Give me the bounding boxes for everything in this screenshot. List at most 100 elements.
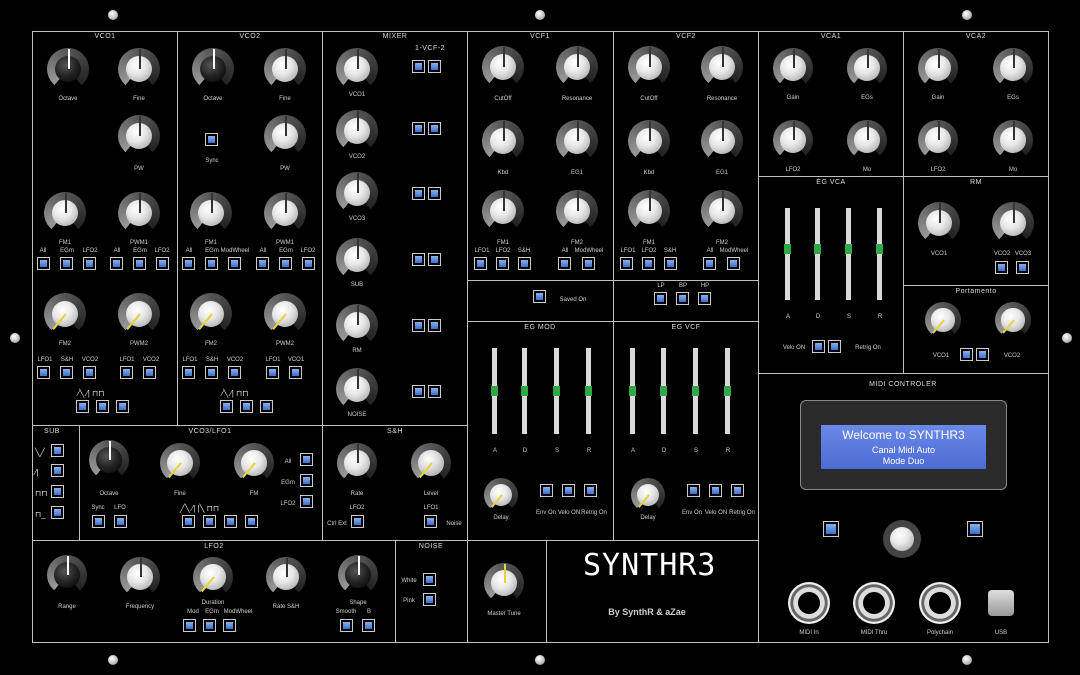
- vco1-pwm1-all-switch[interactable]: [110, 257, 123, 270]
- vcf2-fm1-lfo2-switch[interactable]: [642, 257, 655, 270]
- vco1-pwm1-knob[interactable]: [118, 192, 160, 234]
- vco1-fm1-knob[interactable]: [44, 192, 86, 234]
- mixer-noise-vcf2-switch[interactable]: [428, 385, 441, 398]
- eg-vcf-release-slider[interactable]: [724, 348, 731, 434]
- mixer-vco2-vcf2-switch[interactable]: [428, 122, 441, 135]
- vcf1-fm1-knob[interactable]: [482, 190, 524, 232]
- mixer-noise-knob[interactable]: [336, 368, 378, 410]
- eg-vcf-retrig-switch[interactable]: [731, 484, 744, 497]
- vcf2-cutoff-knob[interactable]: [628, 46, 670, 88]
- vco1-pw-knob[interactable]: [118, 115, 160, 157]
- portamento-vco2-switch[interactable]: [976, 348, 989, 361]
- midi-encoder-knob[interactable]: [883, 520, 921, 558]
- vcf2-bp-switch[interactable]: [676, 292, 689, 305]
- eg-vcf-sustain-slider[interactable]: [692, 348, 699, 434]
- vco2-pwm2-vco1-switch[interactable]: [289, 366, 302, 379]
- rm-vco2-switch[interactable]: [995, 261, 1008, 274]
- vco3-wave-4-switch[interactable]: [245, 515, 258, 528]
- lfo2-mod-switch[interactable]: [183, 619, 196, 632]
- eg-vca-retrig-switch[interactable]: [828, 340, 841, 353]
- mixer-vco3-knob[interactable]: [336, 172, 378, 214]
- midi-left-button[interactable]: [823, 521, 839, 537]
- vco2-pwm2-lfo1-switch[interactable]: [266, 366, 279, 379]
- noise-white-switch[interactable]: [423, 573, 436, 586]
- vcf2-fm2-knob[interactable]: [701, 190, 743, 232]
- vco3-wave-2-switch[interactable]: [203, 515, 216, 528]
- vco2-wave-ramp-switch[interactable]: [240, 400, 253, 413]
- sh-lfo2-switch[interactable]: [351, 515, 364, 528]
- eg-mod-delay-knob[interactable]: [484, 478, 518, 512]
- eg-vcf-decay-slider[interactable]: [660, 348, 667, 434]
- vca2-egs-knob[interactable]: [993, 48, 1033, 88]
- sub-wave-2-switch[interactable]: [51, 464, 64, 477]
- vco2-fm1-knob[interactable]: [190, 192, 232, 234]
- rm-vco2-knob[interactable]: [992, 202, 1034, 244]
- mixer-vco2-knob[interactable]: [336, 110, 378, 152]
- eg-vca-sustain-slider[interactable]: [845, 208, 852, 300]
- eg-vcf-velo-switch[interactable]: [709, 484, 722, 497]
- vco1-pwm1-lfo2-switch[interactable]: [156, 257, 169, 270]
- mixer-rm-vcf1-switch[interactable]: [412, 319, 425, 332]
- polychain-jack[interactable]: [919, 582, 961, 624]
- eg-mod-retrig-switch[interactable]: [584, 484, 597, 497]
- vco2-octave-knob[interactable]: [192, 48, 234, 90]
- vco1-fine-knob[interactable]: [118, 48, 160, 90]
- eg-vcf-env-switch[interactable]: [687, 484, 700, 497]
- vcf2-fm1-knob[interactable]: [628, 190, 670, 232]
- vcf2-kbd-knob[interactable]: [628, 120, 670, 162]
- vco1-pwm2-lfo1-switch[interactable]: [120, 366, 133, 379]
- vco1-octave-knob[interactable]: [47, 48, 89, 90]
- eg-vca-velo-switch[interactable]: [812, 340, 825, 353]
- portamento-vco1-switch[interactable]: [960, 348, 973, 361]
- lfo2-rate-sh-knob[interactable]: [266, 557, 306, 597]
- vco2-sync-switch[interactable]: [205, 133, 218, 146]
- usb-port[interactable]: [988, 590, 1014, 616]
- vca1-mo-knob[interactable]: [847, 120, 887, 160]
- vco1-wave-saw-switch[interactable]: [76, 400, 89, 413]
- vca2-gain-knob[interactable]: [918, 48, 958, 88]
- vca2-lfo2-knob[interactable]: [918, 120, 958, 160]
- lfo2-range-knob[interactable]: [47, 555, 87, 595]
- vco2-pwm1-knob[interactable]: [264, 192, 306, 234]
- eg-mod-decay-slider[interactable]: [521, 348, 528, 434]
- mixer-vco2-vcf1-switch[interactable]: [412, 122, 425, 135]
- vco2-fm2-vco2-switch[interactable]: [228, 366, 241, 379]
- lfo2-modwheel-switch[interactable]: [223, 619, 236, 632]
- midi-right-button[interactable]: [967, 521, 983, 537]
- vco2-fm1-modwheel-switch[interactable]: [228, 257, 241, 270]
- vco1-fm2-sh-switch[interactable]: [60, 366, 73, 379]
- vcf1-fm1-sh-switch[interactable]: [518, 257, 531, 270]
- vco2-wave-square-switch[interactable]: [260, 400, 273, 413]
- vco3-fm-all-switch[interactable]: [300, 453, 313, 466]
- eg-mod-env-switch[interactable]: [540, 484, 553, 497]
- vca1-egs-knob[interactable]: [847, 48, 887, 88]
- vcf2-fm1-lfo1-switch[interactable]: [620, 257, 633, 270]
- vco1-fm1-all-switch[interactable]: [37, 257, 50, 270]
- vcf2-eg1-knob[interactable]: [701, 120, 743, 162]
- mixer-vco3-vcf2-switch[interactable]: [428, 187, 441, 200]
- sh-level-knob[interactable]: [411, 443, 451, 483]
- lfo2-egm-switch[interactable]: [203, 619, 216, 632]
- sub-wave-3-switch[interactable]: [51, 485, 64, 498]
- master-tune-knob[interactable]: [484, 563, 524, 603]
- lfo2-b-switch[interactable]: [362, 619, 375, 632]
- vco2-pw-knob[interactable]: [264, 115, 306, 157]
- vco2-wave-saw-switch[interactable]: [220, 400, 233, 413]
- sub-wave-1-switch[interactable]: [51, 444, 64, 457]
- eg-vcf-attack-slider[interactable]: [629, 348, 636, 434]
- lfo2-frequency-knob[interactable]: [120, 557, 160, 597]
- vco1-fm2-knob[interactable]: [44, 293, 86, 335]
- mixer-vco1-vcf1-switch[interactable]: [412, 60, 425, 73]
- vcf1-cutoff-knob[interactable]: [482, 46, 524, 88]
- eg-mod-sustain-slider[interactable]: [553, 348, 560, 434]
- lfo2-duration-knob[interactable]: [193, 557, 233, 597]
- vco1-fm2-vco2-switch[interactable]: [83, 366, 96, 379]
- sh-rate-knob[interactable]: [337, 443, 377, 483]
- noise-pink-switch[interactable]: [423, 593, 436, 606]
- vca1-lfo2-knob[interactable]: [773, 120, 813, 160]
- eg-vca-attack-slider[interactable]: [784, 208, 791, 300]
- vco2-fine-knob[interactable]: [264, 48, 306, 90]
- vco2-fm2-sh-switch[interactable]: [205, 366, 218, 379]
- eg-vca-decay-slider[interactable]: [814, 208, 821, 300]
- midi-in-jack[interactable]: [788, 582, 830, 624]
